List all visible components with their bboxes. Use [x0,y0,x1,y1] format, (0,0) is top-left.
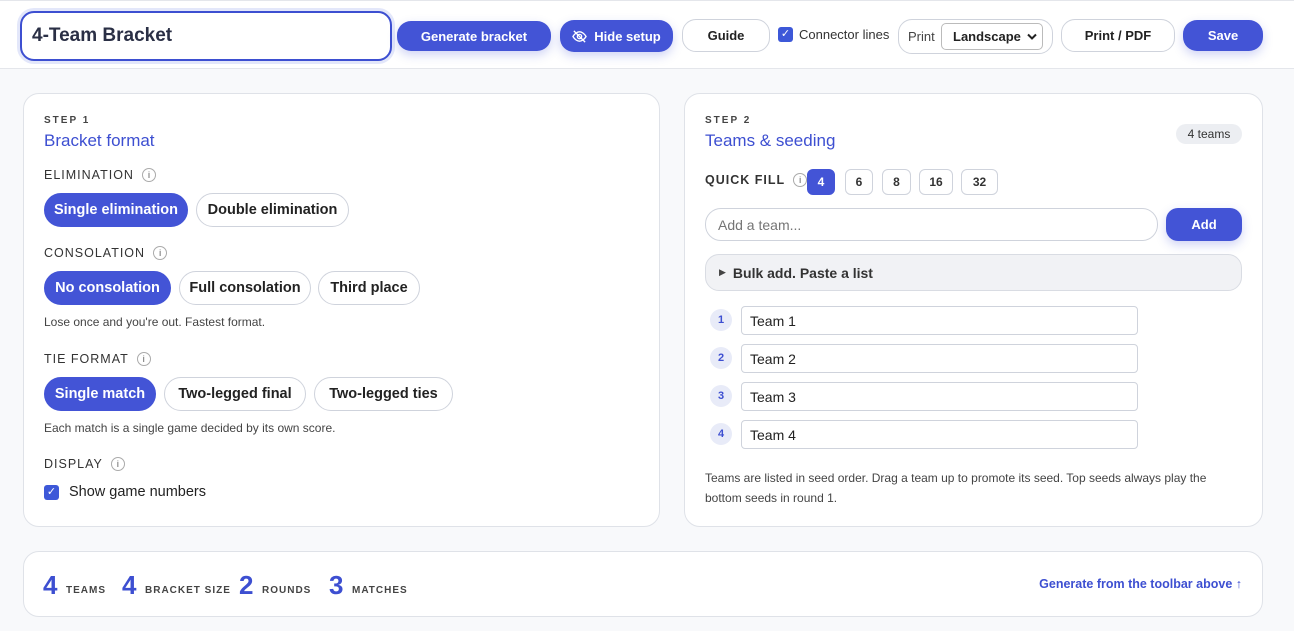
consolation-heading: CONSOLATION i [44,246,168,260]
full-consolation-option[interactable]: Full consolation [179,271,311,305]
add-team-input[interactable] [705,208,1158,241]
show-game-numbers-checkbox[interactable]: ✓ [44,484,59,500]
team-count-badge: 4 teams [1176,124,1242,144]
third-place-option[interactable]: Third place [318,271,420,305]
save-button[interactable]: Save [1183,20,1263,51]
show-game-numbers-toggle[interactable]: ✓ Show game numbers [44,484,206,500]
seed-number: 1 [710,309,732,331]
tie-format-label: TIE FORMAT [44,352,129,366]
chevron-down-icon [1027,33,1037,40]
generate-from-toolbar-link[interactable]: Generate from the toolbar above ↑ [1039,577,1242,591]
team-name-input[interactable]: Team 1 [741,306,1138,335]
triangle-right-icon: ▶ [719,267,726,277]
hide-setup-label: Hide setup [594,28,661,44]
bulk-add-toggle[interactable]: ▶ Bulk add. Paste a list [705,254,1242,291]
consolation-note: Lose once and you're out. Fastest format… [44,315,266,329]
bracket-size-count: 4 [122,570,137,600]
quick-fill-16[interactable]: 16 [919,169,953,195]
rounds-count: 2 [239,570,254,600]
bracket-title-input[interactable] [20,11,392,61]
team-name-input[interactable]: Team 2 [741,344,1138,373]
display-heading: DISPLAY i [44,457,125,471]
seeding-note: Teams are listed in seed order. Drag a t… [705,471,1207,505]
print-pdf-button[interactable]: Print / PDF [1061,19,1175,52]
guide-button[interactable]: Guide [682,19,770,52]
tie-format-heading: TIE FORMAT i [44,352,151,366]
toolbar: Generate bracket Hide setup Guide ✓ Conn… [0,0,1294,69]
elimination-heading: ELIMINATION i [44,168,156,182]
matches-label: MATCHES [352,585,408,596]
step1-label: STEP 1 [44,115,91,126]
team-name-input[interactable]: Team 4 [741,420,1138,449]
connector-checkbox[interactable]: ✓ [778,27,793,42]
quick-fill-8[interactable]: 8 [882,169,911,195]
seed-number: 3 [710,385,732,407]
bracket-size-label: BRACKET SIZE [145,585,231,596]
info-icon[interactable]: i [793,173,808,187]
hide-setup-button[interactable]: Hide setup [560,20,673,52]
single-elimination-option[interactable]: Single elimination [44,193,188,227]
quick-fill-32[interactable]: 32 [961,169,998,195]
connector-label: Connector lines [799,27,890,42]
no-consolation-option[interactable]: No consolation [44,271,171,305]
two-legged-final-option[interactable]: Two-legged final [164,377,306,411]
teams-label: TEAMS [66,585,106,596]
print-label: Print [908,29,935,44]
single-match-option[interactable]: Single match [44,377,156,411]
two-legged-ties-option[interactable]: Two-legged ties [314,377,453,411]
info-icon[interactable]: i [153,246,168,260]
add-team-button[interactable]: Add [1166,208,1242,241]
quick-fill-label: QUICK FILL [705,173,786,187]
info-icon[interactable]: i [136,352,151,366]
seed-number: 4 [710,423,732,445]
team-name-input[interactable]: Team 3 [741,382,1138,411]
generate-bracket-button[interactable]: Generate bracket [397,21,551,51]
display-label: DISPLAY [44,457,103,471]
quick-fill-4[interactable]: 4 [807,169,835,195]
seed-number: 2 [710,347,732,369]
teams-seeding-title: Teams & seeding [705,131,836,150]
eye-off-icon [572,29,588,43]
orientation-value: Landscape [953,29,1021,44]
quick-fill-6[interactable]: 6 [845,169,873,195]
show-game-numbers-label: Show game numbers [69,484,207,500]
connector-lines-toggle[interactable]: ✓ Connector lines [778,27,889,42]
tie-format-note: Each match is a single game decided by i… [44,421,336,435]
teams-count: 4 [43,570,58,600]
step2-label: STEP 2 [705,115,752,126]
print-group: Print Landscape [898,19,1053,54]
matches-count: 3 [329,570,344,600]
info-icon[interactable]: i [110,457,125,471]
rounds-label: ROUNDS [262,585,312,596]
orientation-select[interactable]: Landscape [941,23,1043,50]
quick-fill-heading: QUICK FILL i [705,173,808,187]
double-elimination-option[interactable]: Double elimination [196,193,349,227]
elimination-label: ELIMINATION [44,168,134,182]
info-icon[interactable]: i [141,168,156,182]
consolation-label: CONSOLATION [44,246,146,260]
bracket-format-title: Bracket format [44,131,155,150]
bulk-add-label: Bulk add. Paste a list [732,264,873,281]
